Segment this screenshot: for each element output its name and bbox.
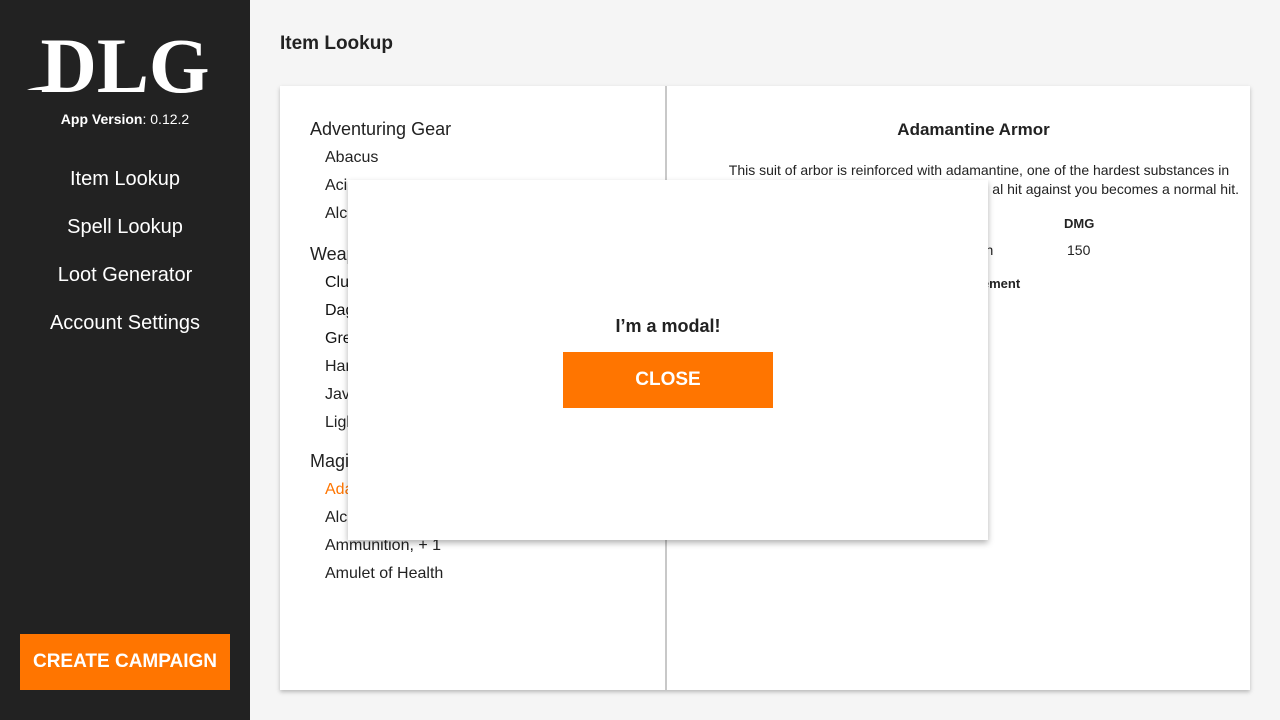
list-item[interactable]: Ligl [325, 414, 350, 432]
nav-account-settings[interactable]: Account Settings [0, 308, 250, 356]
app-version: App Version: 0.12.2 [0, 111, 250, 127]
nav-spell-lookup[interactable]: Spell Lookup [0, 212, 250, 260]
app-version-label: App Version [60, 111, 143, 127]
modal-close-button[interactable]: CLOSE [563, 352, 773, 408]
list-item[interactable]: Jav [325, 386, 350, 404]
nav-loot-generator[interactable]: Loot Generator [0, 260, 250, 308]
dlg-logo: DLG [25, 28, 225, 96]
stat-value-dmg: 150 [1067, 242, 1091, 258]
list-item[interactable]: Abacus [325, 149, 378, 167]
create-campaign-button[interactable]: CREATE CAMPAIGN [20, 634, 230, 690]
page-title: Item Lookup [280, 33, 393, 54]
group-title-adventuring-gear[interactable]: Adventuring Gear [310, 119, 451, 140]
nav-item-lookup[interactable]: Item Lookup [0, 164, 250, 212]
list-item[interactable]: Clu [325, 274, 349, 292]
logo-text: DLG [40, 28, 209, 96]
list-item[interactable]: Har [325, 358, 351, 376]
list-item[interactable]: Aci [325, 177, 347, 195]
app-version-separator: : [142, 111, 147, 127]
item-description-line: This suit of arbor is reinforced with ad… [728, 162, 1230, 178]
sidebar: DLG App Version: 0.12.2 Item Lookup Spel… [0, 0, 250, 720]
list-item[interactable]: Amulet of Health [325, 565, 443, 583]
stat-header-dmg: DMG [1064, 216, 1095, 231]
modal-dialog: I’m a modal! CLOSE [348, 180, 988, 540]
item-title: Adamantine Armor [897, 120, 1050, 139]
list-item[interactable]: Alc [325, 205, 347, 223]
modal-message: I’m a modal! [615, 316, 721, 336]
list-item[interactable]: Alc [325, 509, 347, 527]
sidebar-nav: Item Lookup Spell Lookup Loot Generator … [0, 164, 250, 356]
app-version-value: 0.12.2 [150, 111, 190, 127]
group-title-magic-items[interactable]: Magi [310, 451, 349, 472]
